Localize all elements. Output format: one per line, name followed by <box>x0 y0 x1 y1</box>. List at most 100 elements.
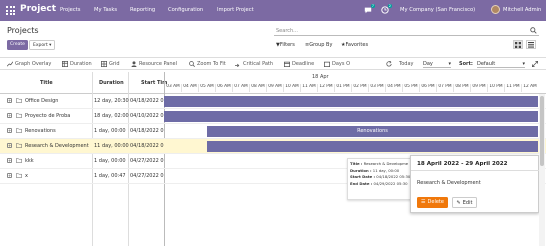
task-popover: 18 April 2022 - 29 April 2022 Research &… <box>410 155 540 213</box>
expand-row-icon[interactable]: + <box>7 173 12 178</box>
search-input[interactable]: Search... <box>274 26 539 36</box>
duration-label: Duration <box>70 61 92 67</box>
critical-path-button[interactable]: Critical Path <box>235 61 273 67</box>
deadline-button[interactable]: Deadline <box>284 61 314 67</box>
hour-label: 09 AM <box>266 84 283 92</box>
apps-menu-icon[interactable] <box>6 6 15 15</box>
expand-arrows-icon <box>532 61 538 67</box>
calendar-off-icon <box>324 61 330 67</box>
tooltip-end-value: 04/29/2022 05:30 <box>373 180 408 186</box>
today-button[interactable]: Today <box>399 61 413 67</box>
task-bar[interactable]: Renovations <box>207 126 538 137</box>
row-duration: 18 day, 02:00 <box>94 113 129 119</box>
row-start-time: 04/27/2022 03: <box>130 173 164 179</box>
delete-label: Delete <box>427 199 444 205</box>
search-icon[interactable] <box>530 27 537 34</box>
gantt-row[interactable]: + Renovations 1 day, 00:00 04/18/2022 05: Re… <box>0 124 546 139</box>
list-view-button[interactable] <box>526 40 536 49</box>
expand-button[interactable] <box>532 61 538 67</box>
scrollbar-thumb[interactable] <box>540 96 544 166</box>
company-switcher[interactable]: My Company (San Francisco) <box>400 7 475 13</box>
groupby-dropdown[interactable]: ≡Group By <box>305 42 332 48</box>
export-button[interactable]: Export ▾ <box>29 40 56 50</box>
top-navbar: Project Projects My Tasks Reporting Conf… <box>0 0 546 21</box>
deadline-label: Deadline <box>292 61 315 67</box>
grid-view-icon <box>515 41 521 48</box>
popover-divider <box>411 170 540 171</box>
resource-panel-label: Resource Panel <box>139 61 178 67</box>
gantt-row[interactable]: + Research & Development 11 day, 00:00 04/1… <box>0 139 546 154</box>
row-title: kkk <box>25 158 34 164</box>
row-title: Research & Development <box>25 143 89 149</box>
folder-icon <box>16 143 22 148</box>
hour-label: 03 AM <box>164 84 181 92</box>
row-start-time: 04/27/2022 03: <box>130 158 164 164</box>
days-off-button[interactable]: Days O <box>324 61 350 67</box>
popover-body: Research & Development <box>417 180 481 186</box>
critical-path-label: Critical Path <box>243 61 274 67</box>
row-start-time: 04/18/2022 05: <box>130 128 164 134</box>
today-label: Today <box>399 61 414 67</box>
column-header-title[interactable]: Title <box>40 80 53 86</box>
row-title: x <box>25 173 28 179</box>
hour-label: 09 PM <box>470 84 487 92</box>
edit-label: Edit <box>462 199 473 206</box>
tooltip-duration-label: Duration : <box>350 167 372 173</box>
column-header-duration[interactable]: Duration <box>99 80 124 86</box>
duration-button[interactable]: Duration <box>62 61 92 67</box>
task-bar[interactable] <box>164 96 538 107</box>
filters-dropdown[interactable]: ▼Filters <box>276 42 295 48</box>
gantt-row[interactable]: + Proyecto de Proba 18 day, 02:00 04/10/202… <box>0 109 546 124</box>
row-duration: 12 day, 20:30 <box>94 98 129 104</box>
tooltip-end-label: End Date : <box>350 180 373 186</box>
app-brand[interactable]: Project <box>20 4 56 14</box>
gantt-grid-header: Title Duration Start Tim 18 Apr 03 AM 04 … <box>0 72 546 94</box>
sort-select[interactable]: Default ▾ <box>477 60 525 68</box>
hour-label: 08 AM <box>249 84 266 92</box>
grid-button[interactable]: Grid <box>101 61 120 67</box>
expand-row-icon[interactable]: + <box>7 158 12 163</box>
folder-icon <box>16 158 22 163</box>
row-start-time: 04/18/2022 05: <box>130 143 164 149</box>
row-title: Renovations <box>25 128 56 134</box>
folder-icon <box>16 113 22 118</box>
activity-clock-icon[interactable]: 2 <box>381 4 392 14</box>
menu-reporting[interactable]: Reporting <box>130 7 155 13</box>
expand-row-icon[interactable]: + <box>7 143 12 148</box>
delete-button[interactable]: ☰ Delete <box>417 197 448 208</box>
gantt-view-button[interactable] <box>513 40 523 49</box>
create-button[interactable]: Create <box>7 40 28 50</box>
hour-label: 01 PM <box>334 84 351 92</box>
menu-my-tasks[interactable]: My Tasks <box>94 7 117 13</box>
chat-icon[interactable]: 7 <box>364 4 375 14</box>
menu-configuration[interactable]: Configuration <box>168 7 203 13</box>
favorites-dropdown[interactable]: ★Favorites <box>341 42 368 48</box>
scale-select[interactable]: Day ▾ <box>423 60 451 68</box>
expand-row-icon[interactable]: + <box>7 113 12 118</box>
menu-import-project[interactable]: Import Project <box>217 7 254 13</box>
days-off-label: Days O <box>332 61 351 67</box>
row-start-time: 04/10/2022 03: <box>130 113 164 119</box>
task-bar[interactable] <box>207 141 538 152</box>
search-placeholder: Search... <box>276 28 298 34</box>
expand-row-icon[interactable]: + <box>7 98 12 103</box>
row-duration: 11 day, 00:00 <box>94 143 129 149</box>
user-menu[interactable]: Mitchell Admin <box>503 7 541 13</box>
hour-label: 07 PM <box>436 84 453 92</box>
refresh-button[interactable] <box>386 61 392 67</box>
expand-row-icon[interactable]: + <box>7 128 12 133</box>
gantt-row[interactable]: + Office Design 12 day, 20:3004/18/2022 03… <box>0 94 546 109</box>
chat-count-badge: 7 <box>370 4 375 8</box>
folder-icon <box>16 173 22 178</box>
vertical-scrollbar[interactable] <box>539 94 545 246</box>
zoom-to-fit-button[interactable]: Zoom To Fit <box>189 61 226 67</box>
menu-projects[interactable]: Projects <box>60 7 80 13</box>
row-duration: 1 day, 00:00 <box>94 128 126 134</box>
edit-button[interactable]: ✎ Edit <box>452 197 477 208</box>
task-bar[interactable] <box>164 111 538 122</box>
zoom-icon <box>189 61 195 67</box>
list-icon: ☰ <box>421 199 426 205</box>
graph-overlay-button[interactable]: Graph Overlay <box>7 61 51 67</box>
user-avatar[interactable] <box>491 5 500 14</box>
resource-panel-button[interactable]: Resource Panel <box>131 61 177 67</box>
